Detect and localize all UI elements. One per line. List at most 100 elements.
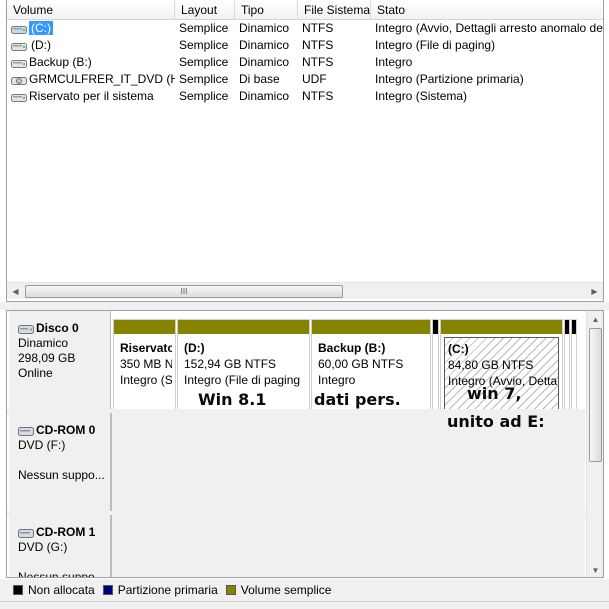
- tipo-cell: Di base: [239, 72, 280, 86]
- stato-cell: Integro (File di paging): [375, 38, 496, 52]
- legend-label: Volume semplice: [240, 583, 332, 597]
- disk-drive: DVD (F:): [18, 438, 66, 452]
- volume-icon: [11, 92, 27, 102]
- vertical-scroll-thumb[interactable]: [589, 328, 602, 462]
- legend-bar: Non allocata Partizione primaria Volume …: [0, 579, 609, 601]
- legend-item: Partizione primaria: [102, 583, 218, 597]
- scroll-up-icon[interactable]: ▲: [587, 311, 603, 328]
- annotation-dati: dati pers.: [314, 390, 401, 409]
- horizontal-scroll-thumb[interactable]: III: [25, 285, 343, 298]
- fs-cell: NTFS: [302, 21, 334, 35]
- partition-size: 350 MB N: [120, 357, 172, 371]
- fs-cell: UDF: [302, 72, 327, 86]
- partition-name: (D:): [184, 341, 205, 355]
- horizontal-scrollbar[interactable]: ◀ III ▶: [7, 282, 603, 299]
- volume-name: GRMCULFRER_IT_DVD (H:): [29, 72, 175, 86]
- disk-status: Online: [18, 366, 53, 380]
- volume-name: (C:): [29, 21, 53, 35]
- dvd-icon: [11, 75, 27, 85]
- disk-size: 298,09 GB: [18, 351, 76, 365]
- column-header-volume[interactable]: Volume: [7, 0, 175, 20]
- partition-status: Integro (File di paging: [184, 373, 301, 387]
- scroll-down-icon[interactable]: ▼: [587, 562, 603, 577]
- fs-cell: NTFS: [302, 38, 334, 52]
- scroll-left-icon[interactable]: ◀: [7, 283, 24, 300]
- partition-unallocated[interactable]: [571, 319, 577, 415]
- legend-label: Partizione primaria: [117, 583, 218, 597]
- vertical-scrollbar[interactable]: ▲ ▼: [586, 311, 603, 577]
- partition-bar: [114, 320, 175, 334]
- disk-0-info[interactable]: Disco 0 Dinamico 298,09 GB Online: [9, 311, 111, 409]
- annotation-win7: win 7,: [467, 384, 522, 403]
- table-row[interactable]: GRMCULFRER_IT_DVD (H:) Semplice Di base …: [7, 71, 603, 88]
- fs-cell: NTFS: [302, 55, 334, 69]
- partition-unallocated[interactable]: [564, 319, 570, 415]
- scroll-right-icon[interactable]: ▶: [586, 283, 603, 300]
- volume-icon: [11, 24, 27, 34]
- legend-label: Non allocata: [28, 583, 95, 597]
- disk-icon: [18, 324, 34, 334]
- table-row[interactable]: Backup (B:) Semplice Dinamico NTFS Integ…: [7, 54, 603, 71]
- tipo-cell: Dinamico: [239, 89, 290, 103]
- disk-media: Nessun suppo...: [18, 468, 105, 482]
- partition-name: Backup (B:): [318, 341, 386, 355]
- annotation-win81: Win 8.1: [198, 390, 267, 409]
- pane-splitter[interactable]: [0, 302, 609, 310]
- partition-bar: [178, 320, 309, 334]
- partition-name: (C:): [448, 342, 469, 356]
- layout-cell: Semplice: [179, 21, 229, 35]
- cdrom-1-info[interactable]: CD-ROM 1 DVD (G:) Nessun suppo...: [9, 515, 111, 577]
- partition-bar: [572, 320, 576, 334]
- tipo-cell: Dinamico: [239, 38, 290, 52]
- legend-swatch: [13, 585, 23, 595]
- partition-size: 84,80 GB NTFS: [448, 358, 534, 372]
- stato-cell: Integro (Avvio, Dettagli arresto anomalo…: [375, 21, 603, 35]
- cdrom-icon: [18, 426, 34, 436]
- column-header-stato[interactable]: Stato: [371, 0, 603, 20]
- disk-type: Dinamico: [18, 336, 69, 350]
- column-header-tipo[interactable]: Tipo: [235, 0, 298, 20]
- fs-cell: NTFS: [302, 89, 334, 103]
- table-row[interactable]: (D:) Semplice Dinamico NTFS Integro (Fil…: [7, 37, 603, 54]
- table-row[interactable]: (C:) Semplice Dinamico NTFS Integro (Avv…: [7, 20, 603, 37]
- volume-name: (D:): [31, 38, 51, 52]
- partition-name: Riservato: [120, 341, 172, 355]
- stato-cell: Integro (Sistema): [375, 89, 468, 103]
- column-header-file-system[interactable]: File Sistema: [298, 0, 371, 20]
- tipo-cell: Dinamico: [239, 55, 290, 69]
- partition-reserved[interactable]: Riservato 350 MB N Integro (S: [113, 319, 176, 415]
- layout-cell: Semplice: [179, 89, 229, 103]
- partition-bar: [433, 320, 438, 334]
- partition-status: Integro: [318, 373, 356, 387]
- partition-size: 60,00 GB NTFS: [318, 357, 404, 371]
- partition-unallocated[interactable]: [432, 319, 439, 415]
- legend-item: Non allocata: [13, 583, 95, 597]
- annotation-unito: unito ad E:: [447, 412, 545, 431]
- tipo-cell: Dinamico: [239, 21, 290, 35]
- volume-name: Backup (B:): [29, 55, 92, 69]
- disk-drive: DVD (G:): [18, 540, 68, 554]
- column-header-bar: Volume Layout Tipo File Sistema Stato: [7, 0, 603, 20]
- cdrom-0-info[interactable]: CD-ROM 0 DVD (F:) Nessun suppo...: [9, 413, 111, 511]
- layout-cell: Semplice: [179, 55, 229, 69]
- volume-icon: [11, 58, 27, 68]
- cdrom-icon: [18, 528, 34, 538]
- partition-bar: [312, 320, 430, 334]
- disk-title: CD-ROM 1: [36, 525, 96, 539]
- stato-cell: Integro (Partizione primaria): [375, 72, 524, 86]
- column-header-layout[interactable]: Layout: [175, 0, 235, 20]
- disk-title: Disco 0: [36, 321, 79, 335]
- partition-bar: [441, 320, 562, 334]
- table-row[interactable]: Riservato per il sistema Semplice Dinami…: [7, 88, 603, 105]
- layout-cell: Semplice: [179, 72, 229, 86]
- layout-cell: Semplice: [179, 38, 229, 52]
- volume-list-pane: Volume Layout Tipo File Sistema Stato (C…: [6, 0, 604, 302]
- partition-status: Integro (S: [120, 373, 172, 387]
- status-strip: [0, 601, 609, 609]
- disk-view-pane: Disco 0 Dinamico 298,09 GB Online Riserv…: [6, 310, 604, 578]
- legend-item: Volume semplice: [225, 583, 332, 597]
- stato-cell: Integro: [375, 55, 413, 69]
- partition-size: 152,94 GB NTFS: [184, 357, 277, 371]
- cdrom-1-area[interactable]: [111, 515, 585, 577]
- volume-icon: [11, 41, 27, 51]
